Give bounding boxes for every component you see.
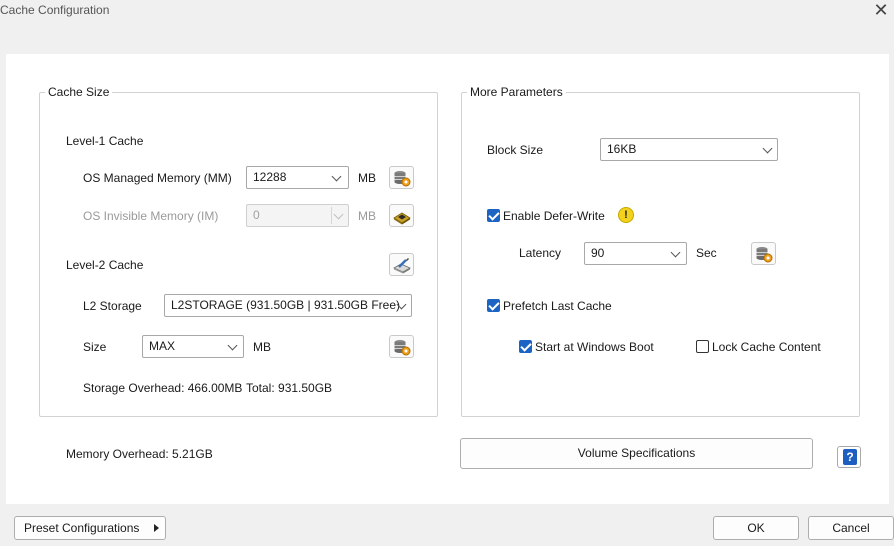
more-parameters-legend: More Parameters: [467, 85, 566, 99]
enable-defer-write-checkbox[interactable]: [487, 209, 500, 222]
warning-icon: !: [618, 207, 634, 223]
block-size-value: 16KB: [607, 142, 637, 156]
database-gear-icon[interactable]: [751, 242, 776, 265]
os-managed-memory-label: OS Managed Memory (MM): [83, 171, 232, 185]
drive-edit-icon[interactable]: [389, 253, 414, 276]
help-button[interactable]: ?: [837, 446, 861, 468]
l2-storage-label: L2 Storage: [83, 299, 142, 313]
l2-storage-value: L2STORAGE (931.50GB | 931.50GB Free): [171, 298, 401, 312]
database-gear-icon[interactable]: [389, 335, 414, 358]
os-invisible-memory-select[interactable]: 0: [246, 204, 349, 227]
ok-button[interactable]: OK: [713, 516, 799, 540]
start-at-windows-boot-label[interactable]: Start at Windows Boot: [535, 340, 654, 354]
os-invisible-memory-value: 0: [253, 208, 260, 222]
preset-configurations-button[interactable]: Preset Configurations: [14, 516, 166, 540]
os-managed-memory-unit: MB: [358, 171, 376, 185]
l2-size-select[interactable]: MAX: [142, 335, 244, 358]
latency-value: 90: [591, 246, 605, 260]
preset-configurations-label: Preset Configurations: [24, 521, 140, 535]
latency-unit: Sec: [696, 246, 717, 260]
latency-label: Latency: [519, 246, 562, 260]
select-divider: [331, 207, 332, 224]
triangle-right-icon: [154, 524, 159, 532]
storage-overhead-text: Storage Overhead: 466.00MB: [83, 381, 243, 395]
cache-size-legend: Cache Size: [45, 85, 113, 99]
window-title: Cache Configuration: [0, 3, 110, 17]
l2-size-label: Size: [83, 340, 107, 354]
chevron-down-icon: [331, 171, 342, 182]
enable-defer-write-label[interactable]: Enable Defer-Write: [503, 209, 605, 223]
help-icon: ?: [843, 449, 857, 465]
level2-heading: Level-2 Cache: [66, 258, 144, 272]
chip-icon[interactable]: [389, 204, 414, 227]
chevron-down-icon: [670, 247, 681, 258]
lock-cache-content-checkbox[interactable]: [696, 340, 709, 353]
l2-storage-select[interactable]: L2STORAGE (931.50GB | 931.50GB Free): [164, 294, 412, 317]
memory-overhead-text: Memory Overhead: 5.21GB: [66, 447, 213, 461]
close-icon[interactable]: ✕: [868, 0, 894, 22]
block-size-select[interactable]: 16KB: [600, 138, 778, 161]
os-managed-memory-select[interactable]: 12288: [246, 166, 349, 189]
os-managed-memory-value: 12288: [253, 170, 287, 184]
l2-size-unit: MB: [253, 340, 271, 354]
title-bar: [0, 0, 894, 22]
chevron-down-icon: [762, 143, 773, 154]
start-at-windows-boot-checkbox[interactable]: [519, 340, 532, 353]
volume-specifications-button[interactable]: Volume Specifications: [460, 438, 813, 469]
cancel-button[interactable]: Cancel: [808, 516, 894, 540]
prefetch-last-cache-checkbox[interactable]: [487, 299, 500, 312]
chevron-down-icon: [333, 209, 344, 220]
level1-heading: Level-1 Cache: [66, 134, 144, 148]
os-invisible-memory-unit: MB: [358, 209, 376, 223]
storage-total-text: Total: 931.50GB: [246, 381, 333, 395]
block-size-label: Block Size: [487, 143, 544, 157]
os-invisible-memory-label: OS Invisible Memory (IM): [83, 209, 219, 223]
chevron-down-icon: [227, 340, 238, 351]
latency-select[interactable]: 90: [584, 242, 687, 265]
lock-cache-content-label[interactable]: Lock Cache Content: [712, 340, 821, 354]
prefetch-last-cache-label[interactable]: Prefetch Last Cache: [503, 299, 612, 313]
database-gear-icon[interactable]: [389, 166, 414, 189]
l2-size-value: MAX: [149, 339, 176, 353]
